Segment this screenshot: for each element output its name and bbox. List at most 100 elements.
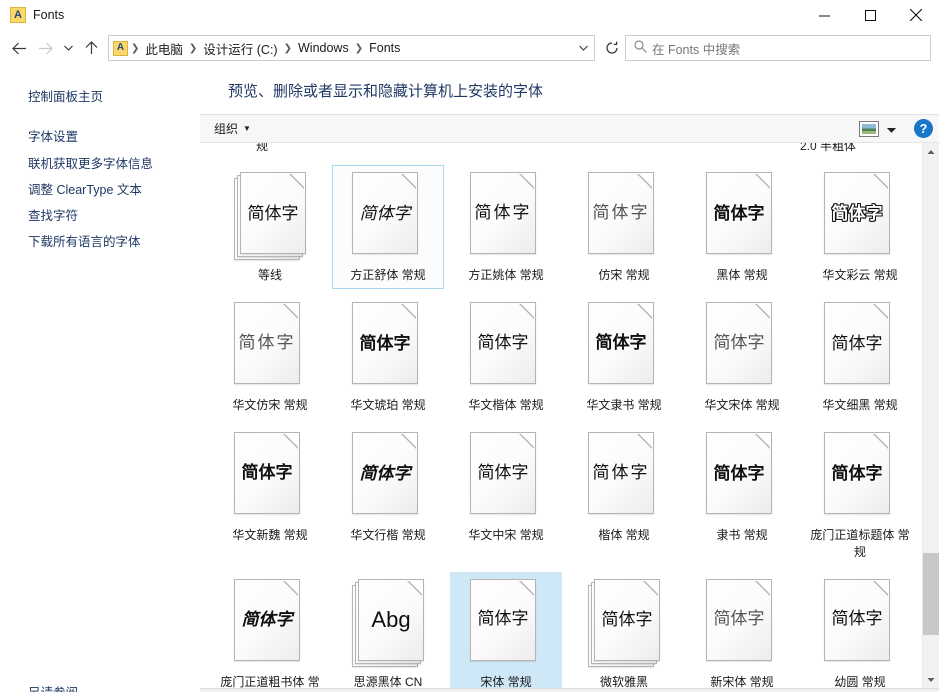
font-file-icon: 简体字 [234,432,306,520]
font-tile-inner: 简体字方正姚体 常规 [450,165,562,289]
scroll-down-arrow-icon[interactable] [923,671,939,688]
sidebar-item-adjust-cleartype-text[interactable]: 调整 ClearType 文本 [0,177,200,203]
font-tile-inner: 简体字华文行楷 常规 [332,425,444,549]
font-tile[interactable]: 简体字幼圆 常规 [801,566,919,688]
font-file-icon: 简体字 [588,172,660,260]
font-name-label: 庞门正道标题体 常规 [807,527,913,559]
sidebar-item-font-settings[interactable]: 字体设置 [0,124,200,150]
font-preview-sample: 简体字 [352,432,418,514]
font-file-icon: 简体字 [706,302,778,390]
font-tile[interactable]: 简体字楷体 常规 [565,419,683,565]
breadcrumb-item-3[interactable]: Fonts [364,37,405,59]
up-arrow-icon[interactable] [78,35,104,61]
search-icon [634,40,652,56]
font-file-icon: 简体字 [824,302,896,390]
font-tile-inner: 简体字华文新魏 常规 [214,425,326,549]
font-tile[interactable]: 简体字华文细黑 常规 [801,289,919,419]
font-tile-inner: 简体字仿宋 常规 [568,165,680,289]
sidebar-item-get-more-fonts-online[interactable]: 联机获取更多字体信息 [0,151,200,177]
font-tile[interactable]: 简体字隶书 常规 [683,419,801,565]
sidebar-see-also-clipped[interactable]: 另请参阅 [28,682,78,692]
breadcrumb-icon-letter: A [117,43,124,53]
font-name-label: 宋体 常规 [480,674,531,688]
recent-locations-icon[interactable] [58,35,78,61]
font-tile-inner: 简体字幼圆 常规 [804,572,916,688]
font-tile[interactable]: 简体字华文楷体 常规 [447,289,565,419]
close-button[interactable] [893,0,939,30]
refresh-icon[interactable] [599,35,625,61]
minimize-button[interactable] [801,0,847,30]
vertical-scrollbar[interactable] [922,143,939,688]
font-name-label: 隶书 常规 [716,527,767,543]
breadcrumb-separator: ❯ [188,43,198,54]
font-tile-inner: 简体字华文细黑 常规 [804,295,916,419]
font-name-label: 华文新魏 常规 [232,527,307,543]
font-name-label: 方正姚体 常规 [468,267,543,283]
font-tile[interactable]: 简体字等线 [211,159,329,289]
font-tile[interactable]: 简体字方正舒体 常规 [329,159,447,289]
command-toolbar: 组织 ▼ ? [200,114,939,143]
font-tile[interactable]: 简体字华文行楷 常规 [329,419,447,565]
font-tile-inner: 简体字华文中宋 常规 [450,425,562,549]
sidebar-item-download-fonts-for-all-languages[interactable]: 下载所有语言的字体 [0,229,200,255]
search-box[interactable]: 在 Fonts 中搜索 [625,35,931,61]
font-tile-inner: Abg思源黑体 CN [332,572,444,688]
view-layout-icon[interactable] [859,121,879,137]
font-tile[interactable]: 简体字仿宋 常规 [565,159,683,289]
font-name-label: 微软雅黑 [600,674,648,688]
scroll-up-arrow-icon[interactable] [923,143,939,160]
font-tile[interactable]: 简体字黑体 常规 [683,159,801,289]
address-bar[interactable]: A ❯ 此电脑 ❯ 设计运行 (C:) ❯ Windows ❯ Fonts [108,35,595,61]
breadcrumb-item-2[interactable]: Windows [293,37,354,59]
help-circle-icon[interactable]: ? [914,119,933,138]
font-tile[interactable]: Abg思源黑体 CN [329,566,447,688]
font-preview-sample: 简体字 [352,302,418,384]
font-grid-scroll[interactable]: 规 2.0 半粗体 简体字等线简体字方正舒体 常规简体字方正姚体 常规简体字仿宋… [200,143,922,688]
organize-label: 组织 [214,120,238,137]
breadcrumb-separator: ❯ [283,43,293,54]
font-tile[interactable]: 简体字华文新魏 常规 [211,419,329,565]
font-name-label: 等线 [258,267,282,283]
font-tile[interactable]: 简体字宋体 常规 [447,566,565,688]
font-file-icon: 简体字 [706,172,778,260]
font-tile-inner: 简体字庞门正道标题体 常规 [804,425,916,565]
breadcrumb-separator: ❯ [130,43,140,54]
back-arrow-icon[interactable] [6,35,32,61]
breadcrumb-item-0[interactable]: 此电脑 [140,37,188,59]
font-tile[interactable]: 简体字华文琥珀 常规 [329,289,447,419]
breadcrumb-item-1[interactable]: 设计运行 (C:) [198,37,282,59]
font-file-icon: 简体字 [470,302,542,390]
help-label: ? [920,122,928,136]
address-chevron-down-icon[interactable] [572,43,594,53]
font-preview-sample: 简体字 [588,172,654,254]
breadcrumb-separator: ❯ [354,43,364,54]
font-tile[interactable]: 简体字华文隶书 常规 [565,289,683,419]
font-tile[interactable]: 简体字庞门正道粗书体 常规 [211,566,329,688]
font-tile[interactable]: 简体字新宋体 常规 [683,566,801,688]
font-preview-sample: 简体字 [588,302,654,384]
font-tile[interactable]: 简体字华文彩云 常规 [801,159,919,289]
font-tile[interactable]: 简体字华文中宋 常规 [447,419,565,565]
font-tile[interactable]: 简体字方正姚体 常规 [447,159,565,289]
scrollbar-track[interactable] [923,160,939,671]
font-tile-inner: 简体字方正舒体 常规 [332,165,444,289]
font-family-stack-icon: Abg [352,579,424,667]
scrollbar-thumb[interactable] [923,553,939,635]
clipped-previous-row: 规 2.0 半粗体 [200,143,922,159]
font-tile-inner: 简体字华文宋体 常规 [686,295,798,419]
sidebar-item-find-a-character[interactable]: 查找字符 [0,203,200,229]
organize-button[interactable]: 组织 ▼ [208,117,257,140]
font-name-label: 华文中宋 常规 [468,527,543,543]
search-input[interactable]: 在 Fonts 中搜索 [652,39,740,58]
font-preview-sample: 简体字 [824,302,890,384]
font-tile[interactable]: 简体字微软雅黑 [565,566,683,688]
font-tile[interactable]: 简体字华文宋体 常规 [683,289,801,419]
view-chevron-down-icon[interactable] [881,120,901,138]
sidebar-item-control-panel-home[interactable]: 控制面板主页 [0,84,200,110]
font-preview-sample: 简体字 [234,302,300,384]
font-name-label: 庞门正道粗书体 常规 [217,674,323,688]
font-tile-inner: 简体字华文彩云 常规 [804,165,916,289]
maximize-button[interactable] [847,0,893,30]
font-tile[interactable]: 简体字庞门正道标题体 常规 [801,419,919,565]
font-tile[interactable]: 简体字华文仿宋 常规 [211,289,329,419]
